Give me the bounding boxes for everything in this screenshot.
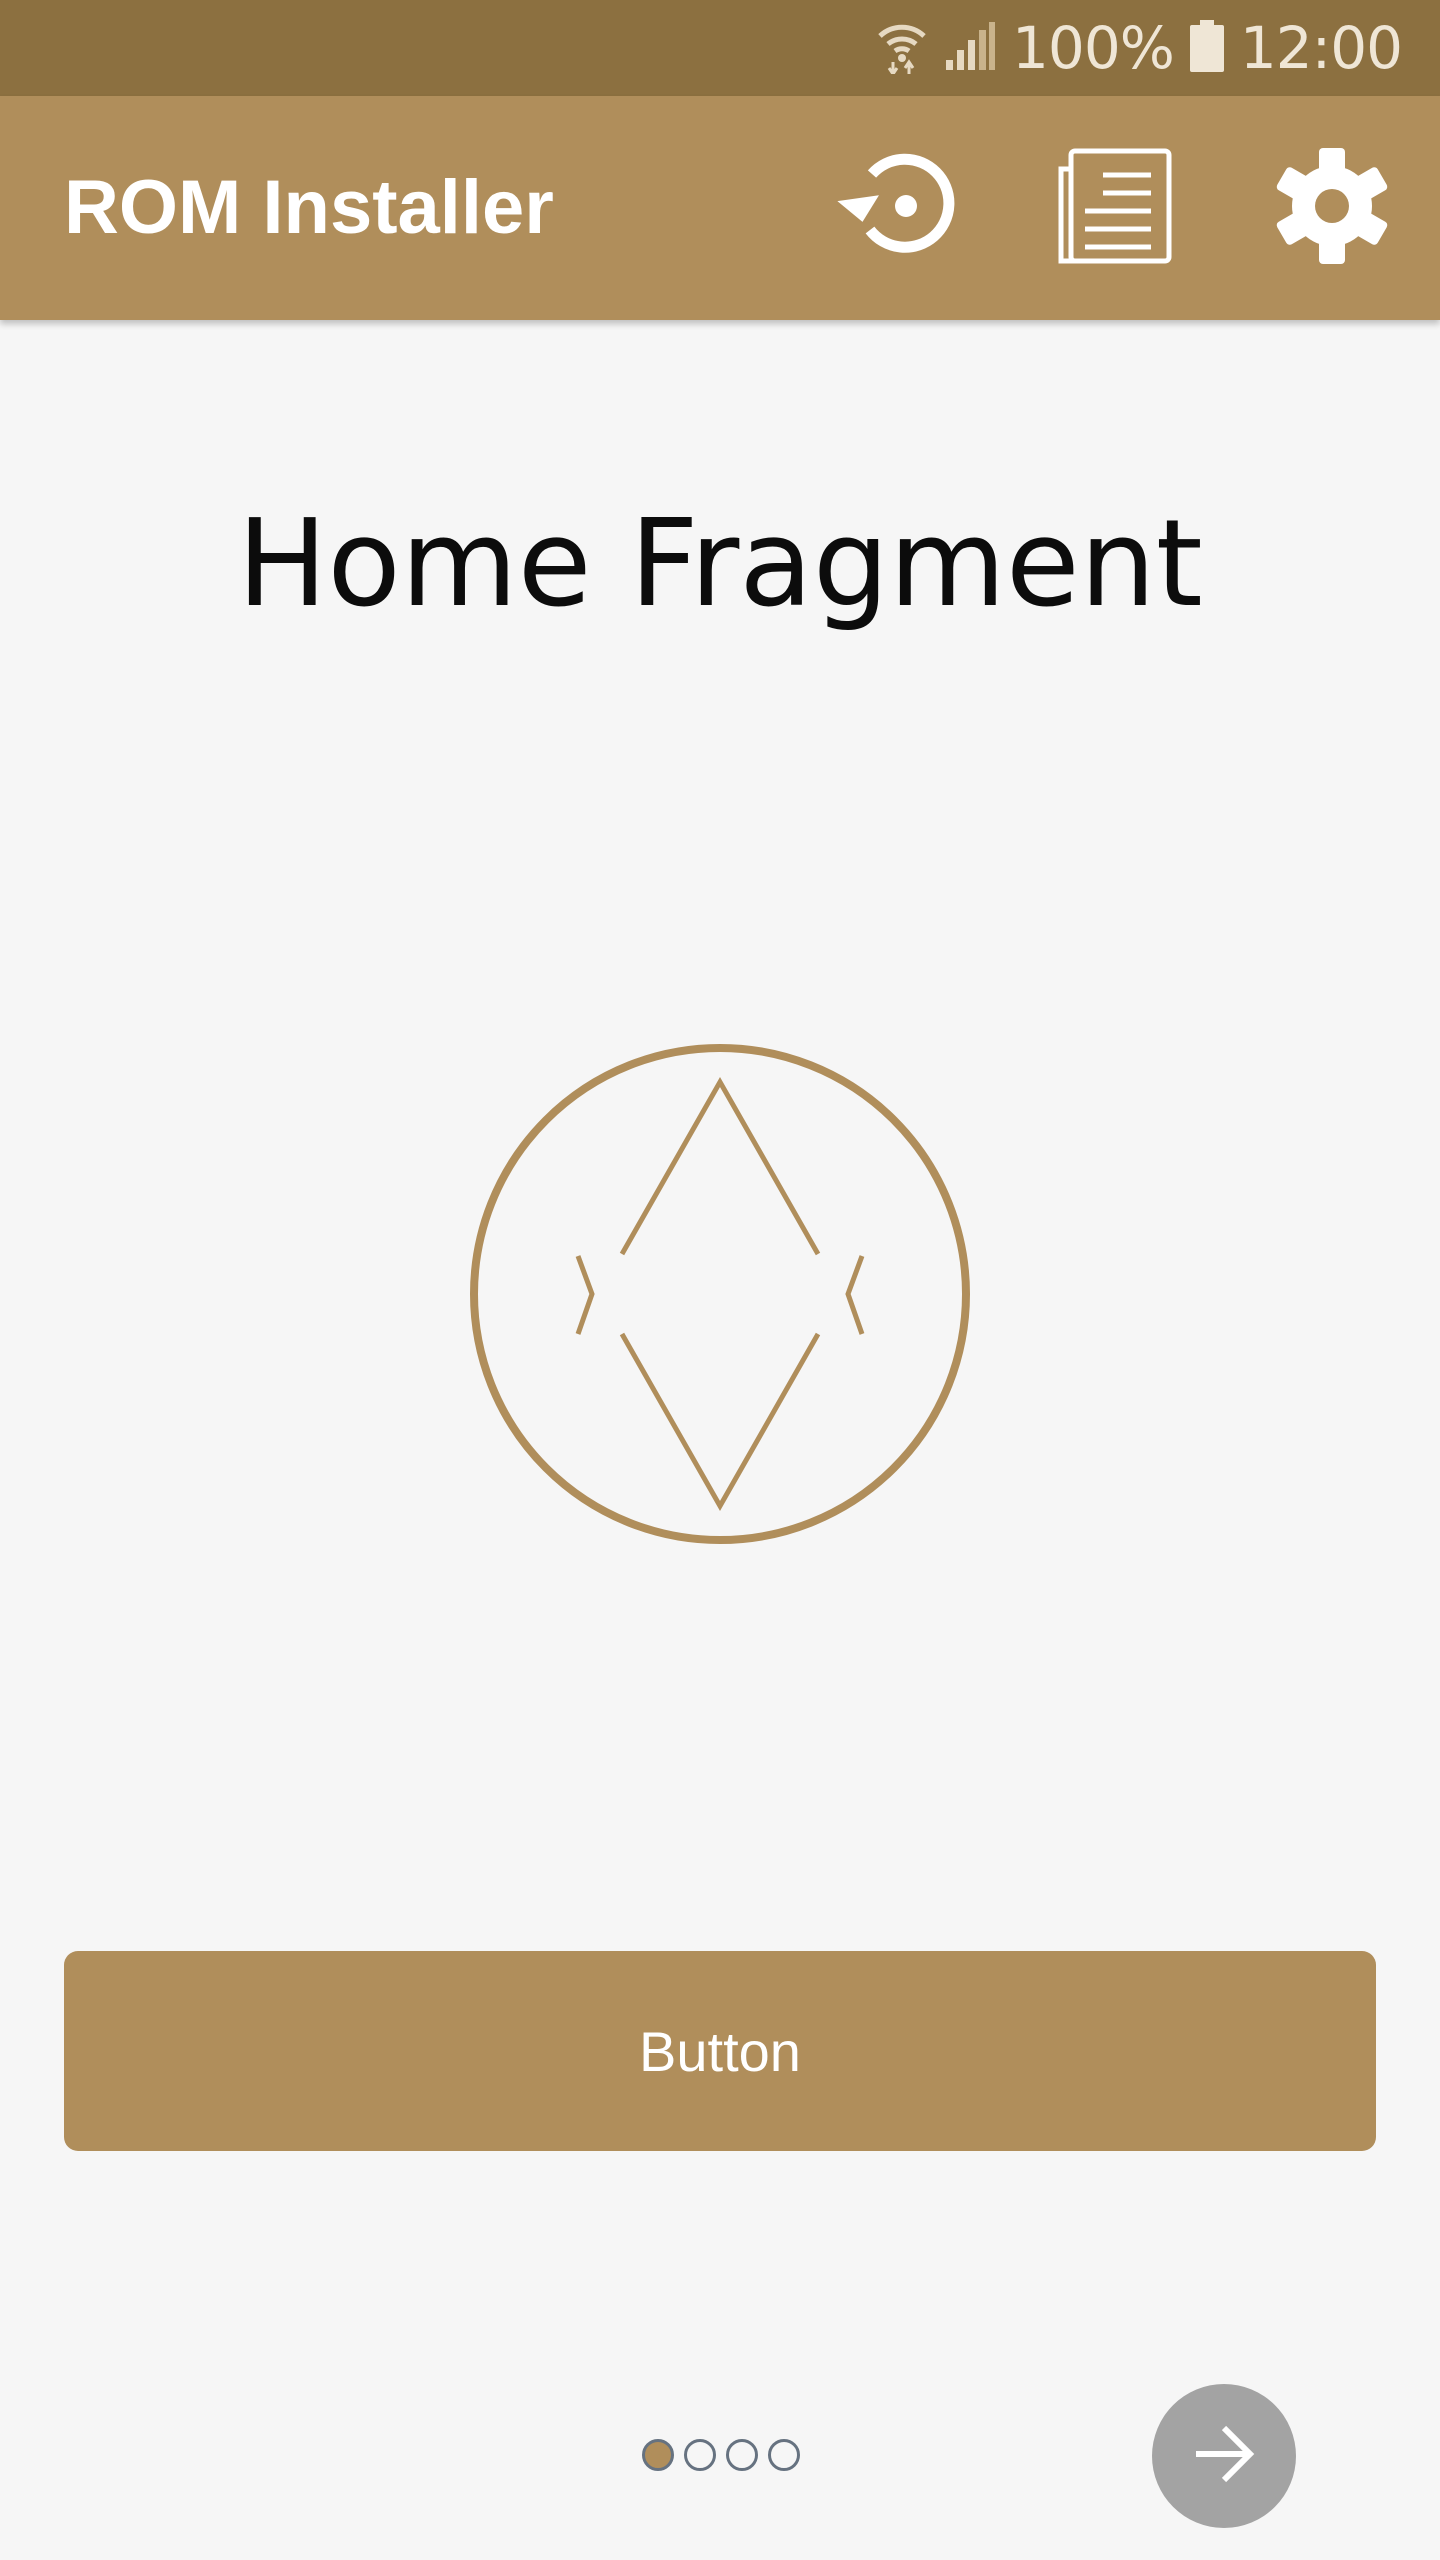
app-logo [470, 1044, 970, 1544]
restore-icon [834, 144, 958, 273]
app-title: ROM Installer [64, 165, 554, 250]
status-bar: 100% 12:00 [0, 0, 1440, 96]
page-title: Home Fragment [237, 495, 1203, 634]
log-button[interactable] [1056, 148, 1176, 268]
wifi-icon [876, 18, 928, 79]
settings-button[interactable] [1272, 146, 1392, 271]
page-dot-4 [768, 2439, 800, 2471]
battery-percent: 100% [1012, 14, 1175, 82]
status-icons: 100% 12:00 [876, 0, 1403, 96]
app-bar: ROM Installer [0, 96, 1440, 320]
page-dot-1 [642, 2439, 674, 2471]
page-dot-2 [684, 2439, 716, 2471]
main-button[interactable]: Button [64, 1951, 1376, 2151]
restore-button[interactable] [836, 148, 956, 268]
page-indicator [642, 2439, 800, 2471]
arrow-right-icon [1192, 2422, 1256, 2491]
battery-icon [1189, 19, 1224, 77]
clock: 12:00 [1239, 14, 1403, 82]
signal-icon [944, 20, 996, 77]
settings-icon [1272, 146, 1392, 271]
log-icon [1057, 147, 1175, 270]
next-button[interactable] [1152, 2384, 1296, 2528]
page-dot-3 [726, 2439, 758, 2471]
